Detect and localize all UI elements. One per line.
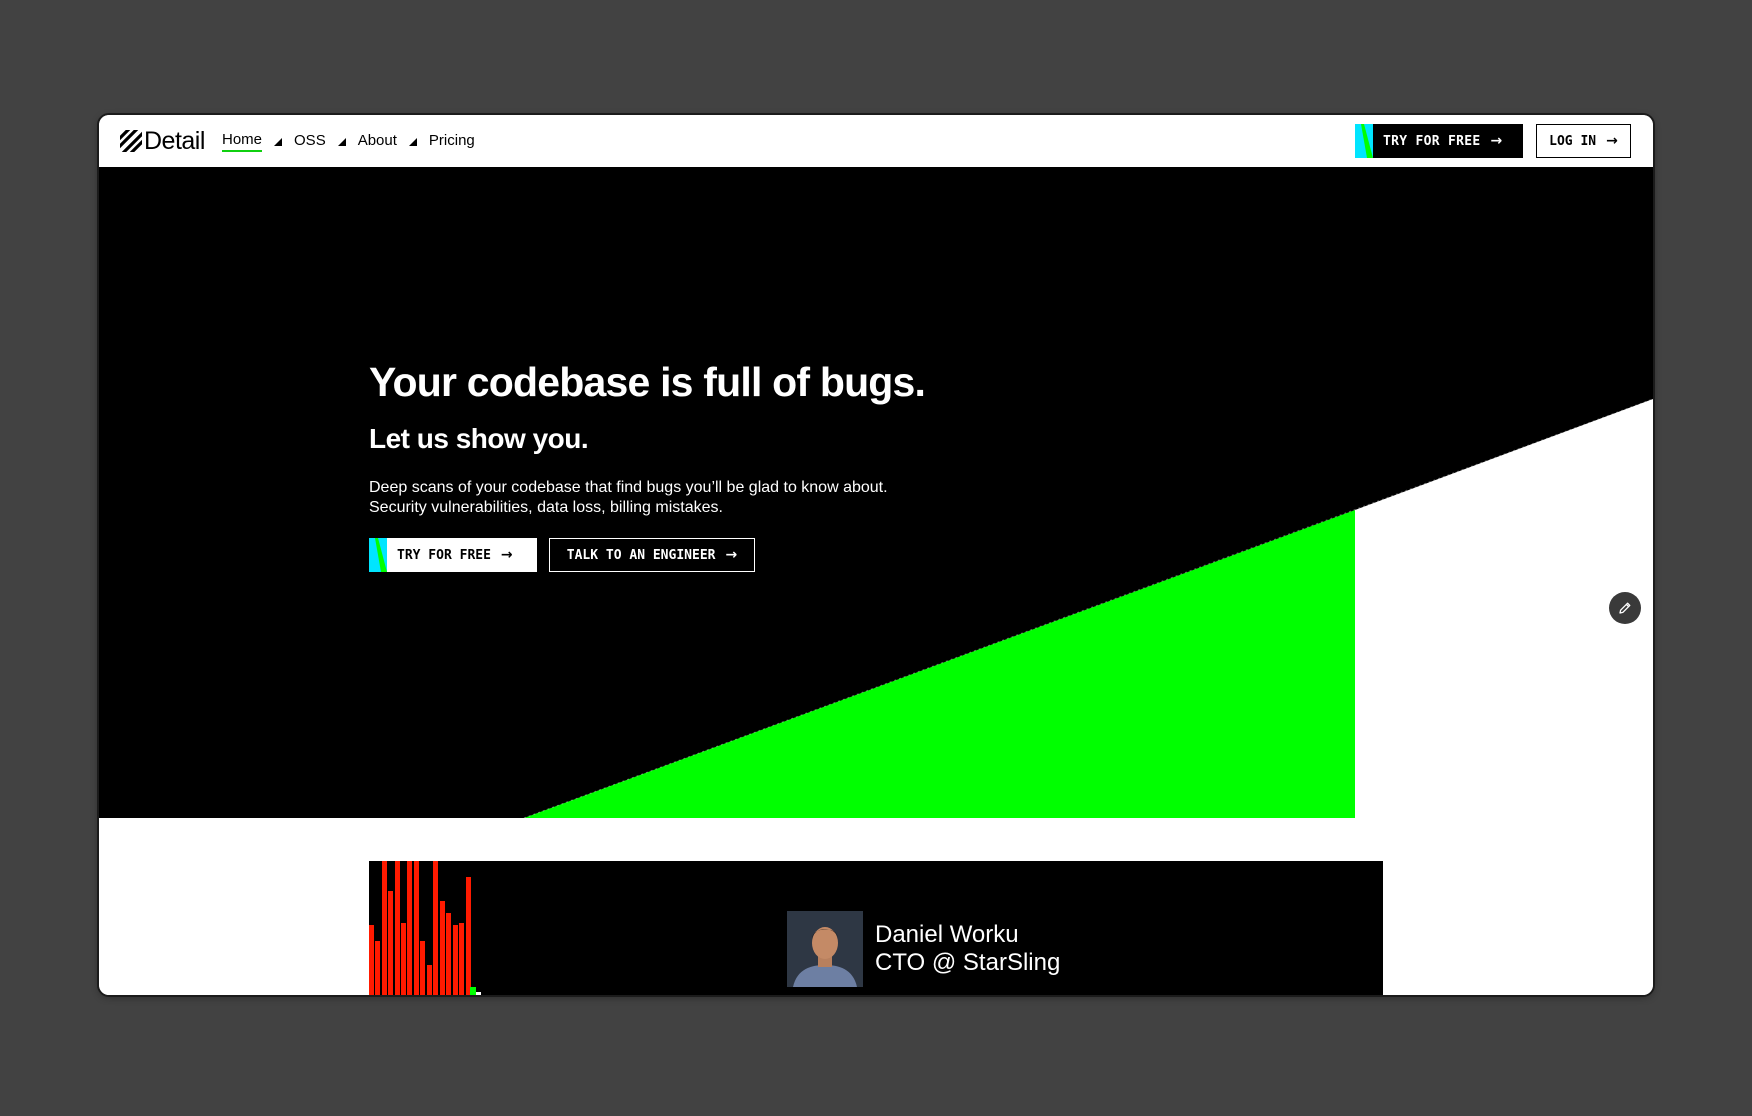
nav-separator-icon [337,137,346,146]
nav-separator-icon [408,137,417,146]
testimonial-section: Daniel Worku CTO @ StarSling [99,818,1653,995]
arrow-right-icon: → [725,547,738,563]
bug-activity-graphic [369,861,481,995]
arrow-right-icon: → [500,547,513,563]
stripe-icon [369,538,387,572]
nav-separator-icon [274,137,283,146]
browser-window: Detail Home OSS About Pricing TRY FOR FR… [97,113,1655,997]
nav-about[interactable]: About [358,132,397,151]
try-for-free-button[interactable]: TRY FOR FREE → [1355,124,1523,158]
hatched-square-icon [120,130,142,152]
avatar [787,911,863,987]
talk-to-engineer-button[interactable]: TALK TO AN ENGINEER → [549,538,755,572]
log-in-button[interactable]: LOG IN → [1536,124,1631,158]
hero-description-line-1: Deep scans of your codebase that find bu… [369,479,888,496]
pencil-icon [1619,602,1631,614]
testimonial-video[interactable]: Daniel Worku CTO @ StarSling [369,861,1383,995]
logo[interactable]: Detail [120,126,205,155]
stripe-icon [1355,124,1373,158]
talk-to-engineer-label: TALK TO AN ENGINEER [566,547,716,563]
hero-try-for-free-button[interactable]: TRY FOR FREE → [369,538,537,572]
nav-oss[interactable]: OSS [294,132,326,151]
person-name: Daniel Worku [875,921,1019,948]
hero-description-line-2: Security vulnerabilities, data loss, bil… [369,499,723,516]
edit-button[interactable] [1609,592,1641,624]
hero-try-for-free-label: TRY FOR FREE [397,547,491,563]
hero-title: Your codebase is full of bugs. [369,359,926,405]
log-in-label: LOG IN [1549,133,1597,149]
hero-subtitle: Let us show you. [369,423,589,454]
try-for-free-label: TRY FOR FREE [1383,133,1481,149]
nav-links: Home OSS About Pricing [222,131,475,152]
brand-name: Detail [144,126,205,155]
top-nav: Detail Home OSS About Pricing TRY FOR FR… [99,115,1653,167]
hero-section: Your codebase is full of bugs. Let us sh… [99,167,1653,818]
nav-home[interactable]: Home [222,131,263,152]
hero-description: Deep scans of your codebase that find bu… [369,478,888,518]
nav-pricing[interactable]: Pricing [429,132,475,151]
arrow-right-icon: → [1490,133,1503,149]
person-role: CTO @ StarSling [875,949,1061,976]
arrow-right-icon: → [1606,133,1618,149]
